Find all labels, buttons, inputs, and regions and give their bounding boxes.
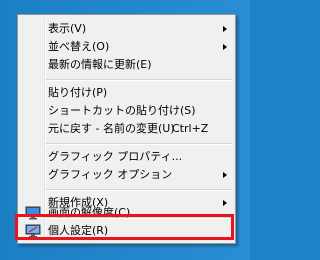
submenu-arrow-icon xyxy=(223,172,227,178)
menu-item-paste[interactable]: 貼り付け(P) xyxy=(20,84,233,102)
menu-separator xyxy=(46,189,232,191)
personalize-highlight-box xyxy=(15,214,234,240)
menu-separator xyxy=(46,143,232,145)
menu-item-label: 元に戻す - 名前の変更(U) xyxy=(48,122,175,135)
menu-separator xyxy=(46,79,232,81)
submenu-arrow-icon xyxy=(223,26,227,32)
submenu-arrow-icon xyxy=(223,44,227,50)
menu-item-label: 並べ替え(O) xyxy=(48,40,110,53)
menu-item-graphics-properties[interactable]: グラフィック プロパティ... xyxy=(20,148,233,166)
menu-item-label: 表示(V) xyxy=(48,22,87,35)
menu-item-paste-shortcut[interactable]: ショートカットの貼り付け(S) xyxy=(20,102,233,120)
menu-item-label: グラフィック プロパティ... xyxy=(48,150,183,163)
menu-item-shortcut: Ctrl+Z xyxy=(172,122,209,135)
menu-item-sort-by[interactable]: 並べ替え(O) xyxy=(20,38,233,56)
menu-item-label: 貼り付け(P) xyxy=(48,86,108,99)
menu-item-graphics-options[interactable]: グラフィック オプション xyxy=(20,166,233,184)
menu-item-refresh[interactable]: 最新の情報に更新(E) xyxy=(20,56,233,74)
menu-item-label: 最新の情報に更新(E) xyxy=(48,58,152,71)
desktop-context-menu: 表示(V) 並べ替え(O) 最新の情報に更新(E) 貼り付け(P) ショートカッ… xyxy=(17,14,236,244)
menu-item-undo-rename[interactable]: 元に戻す - 名前の変更(U) Ctrl+Z xyxy=(20,120,233,138)
menu-item-label: ショートカットの貼り付け(S) xyxy=(48,104,196,117)
menu-item-label: グラフィック オプション xyxy=(48,168,173,181)
menu-item-view[interactable]: 表示(V) xyxy=(20,20,233,38)
